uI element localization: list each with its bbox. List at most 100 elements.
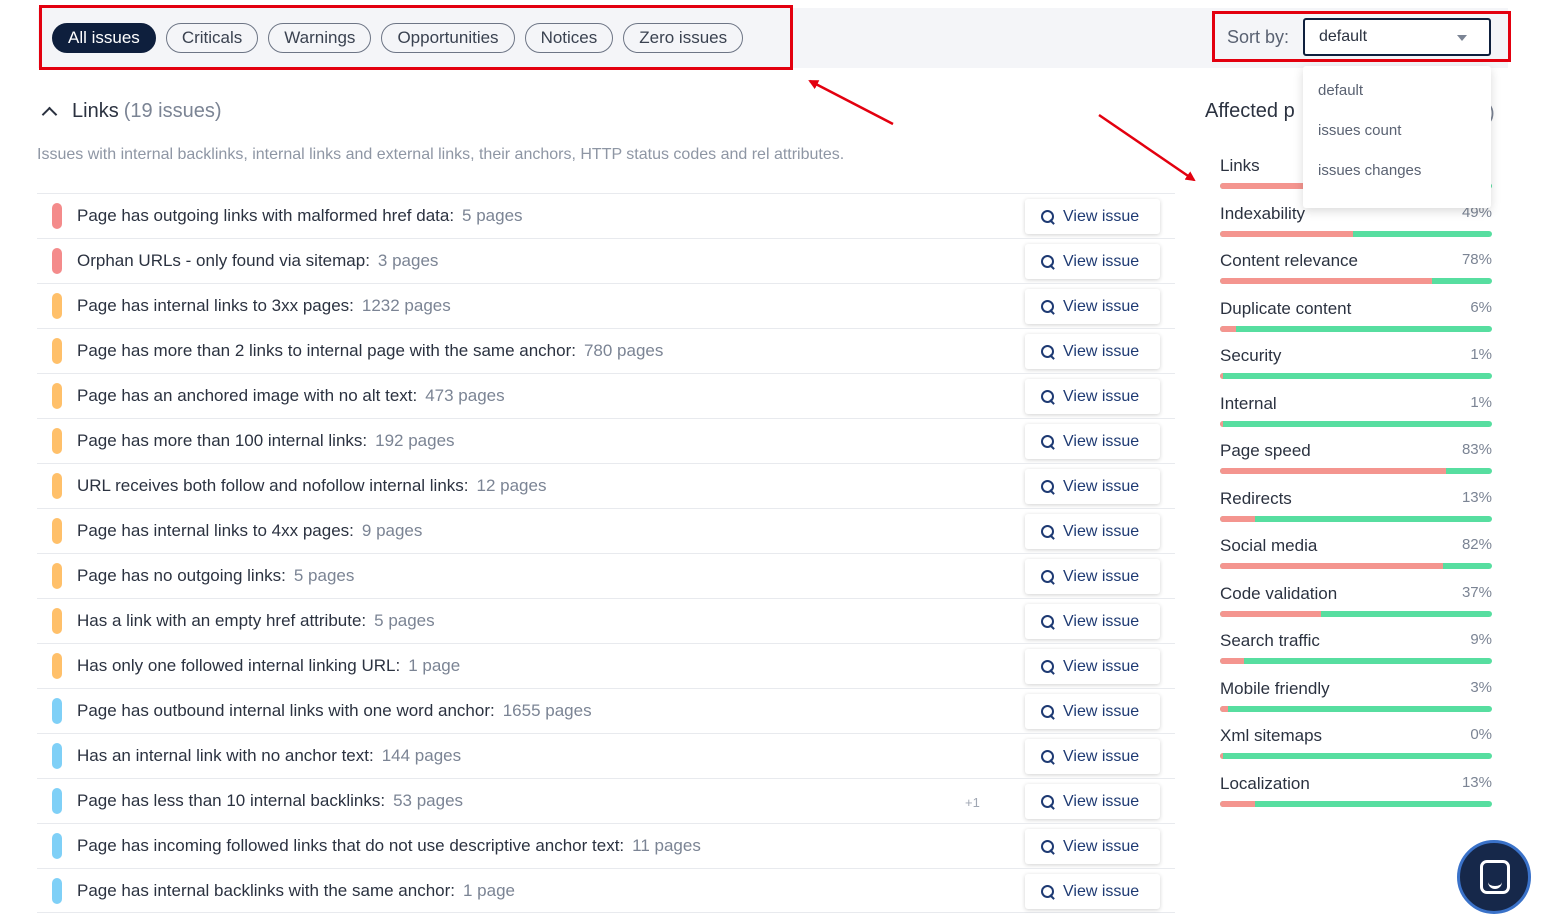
category-name: Security xyxy=(1220,346,1282,365)
category-name: Localization xyxy=(1220,773,1310,793)
view-issue-button[interactable]: View issue xyxy=(1025,514,1160,549)
severity-indicator xyxy=(52,563,62,589)
filter-notices[interactable]: Notices xyxy=(524,23,614,53)
issue-page-count: 12 pages xyxy=(476,476,547,495)
sort-option[interactable]: default xyxy=(1303,80,1491,120)
issue-page-count: 5 pages xyxy=(462,206,523,225)
search-icon xyxy=(1041,479,1055,494)
view-issue-button[interactable]: View issue xyxy=(1025,829,1160,864)
sort-option[interactable]: issues count xyxy=(1303,120,1491,160)
view-issue-label: View issue xyxy=(1063,612,1140,630)
severity-indicator xyxy=(52,383,62,409)
section-header-links[interactable]: Links (19 issues) xyxy=(41,100,222,123)
view-issue-button[interactable]: View issue xyxy=(1025,649,1160,684)
issue-label: Page has internal links to 3xx pages: 123… xyxy=(77,296,451,316)
view-issue-button[interactable]: View issue xyxy=(1025,334,1160,369)
issue-row: Has only one followed internal linking U… xyxy=(37,643,1175,688)
filter-zero-issues[interactable]: Zero issues xyxy=(623,23,744,53)
issue-page-count: 5 pages xyxy=(293,566,355,585)
view-issue-button[interactable]: View issue xyxy=(1025,289,1160,324)
filter-criticals[interactable]: Criticals xyxy=(165,23,259,53)
category-percent: 9% xyxy=(1470,631,1492,648)
view-issue-button[interactable]: View issue xyxy=(1025,694,1160,729)
severity-indicator xyxy=(52,878,62,904)
view-issue-button[interactable]: View issue xyxy=(1025,469,1160,504)
annotation-arrow-sort xyxy=(1098,113,1196,182)
category-progress-fill xyxy=(1220,610,1321,617)
chat-button[interactable] xyxy=(1457,840,1531,914)
issue-title: Page has more than 100 internal links: xyxy=(77,431,368,450)
category-row[interactable]: Page speed 83% xyxy=(1220,431,1492,479)
category-progress-fill xyxy=(1220,183,1305,189)
category-percent: 13% xyxy=(1461,773,1492,791)
issue-page-count: 3 pages xyxy=(377,251,439,270)
category-percent: 78% xyxy=(1461,251,1492,268)
issue-label: Page has outbound internal links with on… xyxy=(77,701,592,721)
sort-dropdown-menu: default issues count issues changes xyxy=(1303,66,1491,208)
category-row[interactable]: Security 1% xyxy=(1220,336,1492,384)
category-row[interactable]: Content relevance 78% xyxy=(1220,241,1492,289)
view-issue-button[interactable]: View issue xyxy=(1025,604,1160,639)
category-progress-fill xyxy=(1220,563,1444,569)
filter-warnings[interactable]: Warnings xyxy=(268,23,372,53)
category-name: Page speed xyxy=(1220,441,1311,460)
category-name: Code validation xyxy=(1220,583,1338,603)
category-row[interactable]: Xml sitemaps 0% xyxy=(1220,716,1492,764)
issue-label: Orphan URLs - only found via sitemap: 3 p… xyxy=(77,251,438,271)
filter-all-issues[interactable]: All issues xyxy=(52,23,156,53)
chevron-up-icon[interactable] xyxy=(41,106,58,123)
category-progress-bar xyxy=(1220,325,1492,332)
category-progress-bar xyxy=(1220,753,1492,759)
search-icon xyxy=(1041,254,1055,269)
view-issue-label: View issue xyxy=(1063,297,1140,315)
category-row[interactable]: Duplicate content 6% xyxy=(1220,289,1492,337)
category-row[interactable]: Code validation 37% xyxy=(1220,574,1492,622)
search-icon xyxy=(1041,614,1055,629)
issue-label: Page has internal links to 4xx pages: 9 p… xyxy=(77,521,422,541)
issue-title: Orphan URLs - only found via sitemap: xyxy=(77,251,370,270)
category-name: Xml sitemaps xyxy=(1220,726,1323,745)
view-issue-label: View issue xyxy=(1063,432,1140,450)
view-issue-button[interactable]: View issue xyxy=(1025,244,1160,279)
view-issue-button[interactable]: View issue xyxy=(1025,559,1160,594)
category-row[interactable]: Social media 82% xyxy=(1220,526,1492,574)
category-name: Social media xyxy=(1220,536,1318,555)
category-row[interactable]: Internal 1% xyxy=(1220,384,1492,432)
search-icon xyxy=(1041,209,1055,224)
caret-down-icon xyxy=(1457,35,1467,41)
issue-title: URL receives both follow and nofollow in… xyxy=(77,476,469,495)
category-row[interactable]: Search traffic 9% xyxy=(1220,621,1492,669)
view-issue-label: View issue xyxy=(1063,477,1140,495)
issue-row: Orphan URLs - only found via sitemap: 3 p… xyxy=(37,238,1175,283)
sort-select[interactable]: default xyxy=(1303,18,1491,56)
view-issue-button[interactable]: View issue xyxy=(1025,739,1160,774)
issue-page-count: 53 pages xyxy=(393,791,464,810)
issue-title: Page has outgoing links with malformed h… xyxy=(77,206,455,225)
view-issue-button[interactable]: View issue xyxy=(1025,874,1160,909)
category-progress-fill xyxy=(1220,373,1223,379)
severity-indicator xyxy=(52,788,62,814)
search-icon xyxy=(1041,884,1055,899)
view-issue-button[interactable]: View issue xyxy=(1025,199,1160,234)
sort-option[interactable]: issues changes xyxy=(1303,160,1491,200)
issue-title: Page has no outgoing links: xyxy=(77,566,286,585)
filter-opportunities[interactable]: Opportunities xyxy=(381,23,515,53)
category-row[interactable]: Localization 13% xyxy=(1220,764,1492,812)
issue-title: Page has internal backlinks with the sam… xyxy=(77,881,455,900)
issue-label: Has an internal link with no anchor text… xyxy=(77,746,461,766)
issue-title: Has a link with an empty href attribute: xyxy=(77,611,367,630)
issue-label: Has only one followed internal linking U… xyxy=(77,656,460,676)
category-row[interactable]: Mobile friendly 3% xyxy=(1220,669,1492,717)
category-progress-fill xyxy=(1220,420,1223,427)
category-name: Content relevance xyxy=(1220,251,1358,270)
view-issue-button[interactable]: View issue xyxy=(1025,424,1160,459)
view-issue-button[interactable]: View issue xyxy=(1025,784,1160,819)
category-progress-bar xyxy=(1220,563,1492,569)
search-icon xyxy=(1041,299,1055,314)
category-row[interactable]: Redirects 13% xyxy=(1220,479,1492,527)
severity-indicator xyxy=(52,293,62,319)
category-progress-fill xyxy=(1220,230,1354,237)
issue-page-count: 192 pages xyxy=(375,431,455,450)
issue-label: Page has no outgoing links: 5 pages xyxy=(77,566,354,586)
view-issue-button[interactable]: View issue xyxy=(1025,379,1160,414)
